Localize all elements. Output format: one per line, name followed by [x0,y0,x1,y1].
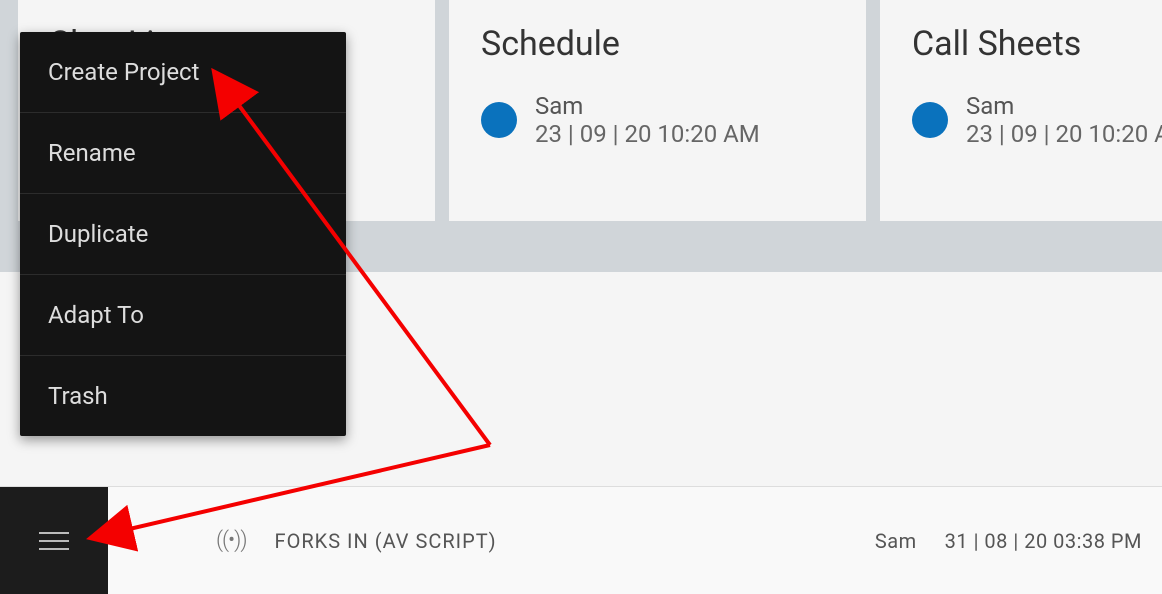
card-title: Call Sheets [912,24,1162,64]
project-row[interactable]: ((•)) FORKS IN (AV SCRIPT) Sam 31 | 08 |… [0,486,1162,594]
card-entry: Sam 23 | 09 | 20 10:20 A [912,92,1162,148]
project-title: FORKS IN (AV SCRIPT) [275,529,497,553]
entry-name: Sam [535,92,760,120]
menu-item-trash[interactable]: Trash [20,356,346,436]
broadcast-icon: ((•)) [216,528,247,553]
avatar-dot [912,102,948,138]
project-menu-button[interactable] [0,487,108,594]
card-title: Schedule [481,24,834,64]
entry-name: Sam [966,92,1162,120]
menu-item-duplicate[interactable]: Duplicate [20,194,346,275]
card-call-sheets[interactable]: Call Sheets Sam 23 | 09 | 20 10:20 A [880,0,1162,221]
entry-text: Sam 23 | 09 | 20 10:20 AM [535,92,760,148]
avatar-dot [481,102,517,138]
hamburger-icon [39,532,69,550]
entry-time: 23 | 09 | 20 10:20 A [966,120,1162,148]
menu-item-create-project[interactable]: Create Project [20,32,346,113]
entry-text: Sam 23 | 09 | 20 10:20 A [966,92,1162,148]
menu-item-rename[interactable]: Rename [20,113,346,194]
project-timestamp: 31 | 08 | 20 03:38 PM [945,529,1142,553]
project-user: Sam [875,529,917,553]
card-schedule[interactable]: Schedule Sam 23 | 09 | 20 10:20 AM [449,0,866,221]
entry-time: 23 | 09 | 20 10:20 AM [535,120,760,148]
project-meta: Sam 31 | 08 | 20 03:38 PM [875,529,1142,553]
card-entry: Sam 23 | 09 | 20 10:20 AM [481,92,834,148]
menu-item-adapt-to[interactable]: Adapt To [20,275,346,356]
context-menu: Create Project Rename Duplicate Adapt To… [20,32,346,436]
